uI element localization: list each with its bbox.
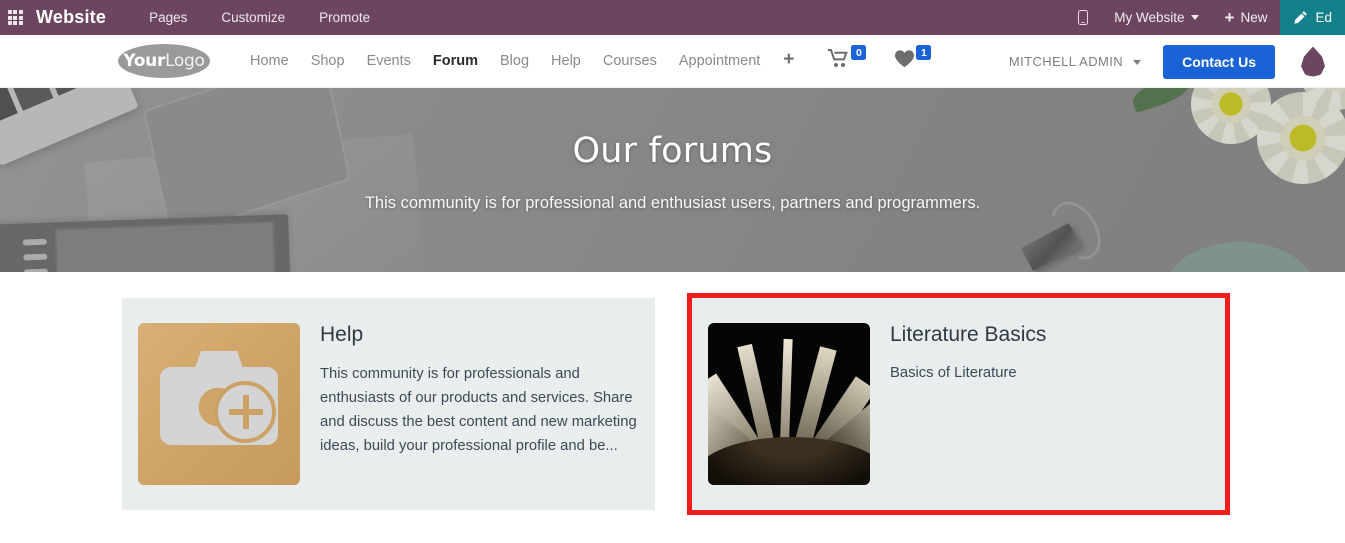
nav-item-events[interactable]: Events — [356, 47, 422, 75]
add-page-plus-icon[interactable]: + — [771, 48, 806, 75]
odoo-top-bar-right: My Website + New Ed — [1065, 0, 1345, 35]
open-book-photo[interactable] — [708, 323, 870, 485]
plus-icon: + — [1224, 8, 1235, 27]
odoo-menu-item-promote[interactable]: Promote — [302, 2, 387, 33]
image-placeholder-icon[interactable] — [138, 323, 300, 485]
cart-count-badge: 0 — [851, 45, 867, 60]
forum-title-help[interactable]: Help — [320, 323, 639, 347]
forum-card-help[interactable]: Help This community is for professionals… — [122, 298, 655, 510]
website-nav-right: MITCHELL ADMIN Contact Us — [1009, 35, 1325, 88]
odoo-menu: Pages Customize Promote — [132, 2, 387, 33]
forum-list: Help This community is for professionals… — [0, 272, 1345, 543]
odoo-menu-item-customize[interactable]: Customize — [204, 2, 302, 33]
contact-us-button[interactable]: Contact Us — [1163, 44, 1275, 79]
hero-banner: Our forums This community is for profess… — [0, 88, 1345, 272]
website-navbar: Your Logo Home Shop Events Forum Blog Hel… — [0, 35, 1345, 88]
forum-description-literature-basics: Basics of Literature — [890, 365, 1017, 381]
forum-card-body: Literature Basics Basics of Literature — [870, 323, 1225, 510]
heart-icon — [894, 49, 915, 73]
apps-grid-icon[interactable] — [0, 0, 30, 35]
new-button-label: New — [1240, 10, 1268, 25]
nav-item-blog[interactable]: Blog — [489, 47, 540, 75]
edit-button-label: Ed — [1315, 10, 1332, 25]
chevron-down-icon — [1190, 15, 1199, 20]
website-nav-icons: 0 1 — [827, 45, 932, 73]
forum-card-body: Help This community is for professionals… — [300, 323, 655, 510]
nav-item-courses[interactable]: Courses — [592, 47, 668, 75]
forum-description-help: This community is for professionals and … — [320, 366, 637, 454]
edit-button[interactable]: Ed — [1280, 0, 1345, 35]
wishlist-link[interactable]: 1 — [894, 45, 932, 73]
website-selector[interactable]: My Website — [1101, 0, 1211, 35]
water-drop-avatar-icon[interactable] — [1301, 46, 1325, 77]
hero-subtitle: This community is for professional and e… — [364, 194, 981, 212]
shopping-cart-icon — [827, 49, 850, 73]
site-logo-bold: Your — [123, 51, 166, 71]
site-logo-light: Logo — [165, 51, 205, 71]
odoo-top-bar: Website Pages Customize Promote My Websi… — [0, 0, 1345, 35]
user-menu[interactable]: MITCHELL ADMIN — [1008, 54, 1142, 69]
forum-card-slot-help: Help This community is for professionals… — [122, 298, 655, 510]
nav-item-help[interactable]: Help — [540, 47, 592, 75]
site-logo[interactable]: Your Logo — [118, 44, 210, 78]
forum-card-slot-literature-basics: Literature Basics Basics of Literature — [687, 293, 1230, 515]
pencil-icon — [1293, 10, 1308, 25]
forum-card-literature-basics[interactable]: Literature Basics Basics of Literature — [687, 293, 1230, 515]
nav-item-appointment[interactable]: Appointment — [668, 47, 771, 75]
page-title: Our forums — [572, 131, 773, 171]
nav-item-home[interactable]: Home — [239, 47, 300, 75]
cart-link[interactable]: 0 — [827, 45, 867, 73]
odoo-app-name[interactable]: Website — [36, 7, 106, 28]
website-nav-links: Home Shop Events Forum Blog Help Courses… — [239, 47, 806, 75]
new-button[interactable]: + New — [1212, 0, 1281, 35]
nav-item-shop[interactable]: Shop — [300, 47, 356, 75]
forum-title-literature-basics[interactable]: Literature Basics — [890, 323, 1209, 347]
mobile-phone-icon[interactable] — [1065, 0, 1101, 35]
user-menu-label: MITCHELL ADMIN — [1008, 54, 1124, 69]
wishlist-count-badge: 1 — [916, 45, 932, 60]
nav-item-forum[interactable]: Forum — [422, 47, 489, 75]
odoo-menu-item-pages[interactable]: Pages — [132, 2, 204, 33]
website-selector-label: My Website — [1114, 10, 1185, 25]
chevron-down-icon — [1133, 60, 1142, 66]
hero-text-block: Our forums This community is for profess… — [0, 88, 1345, 272]
